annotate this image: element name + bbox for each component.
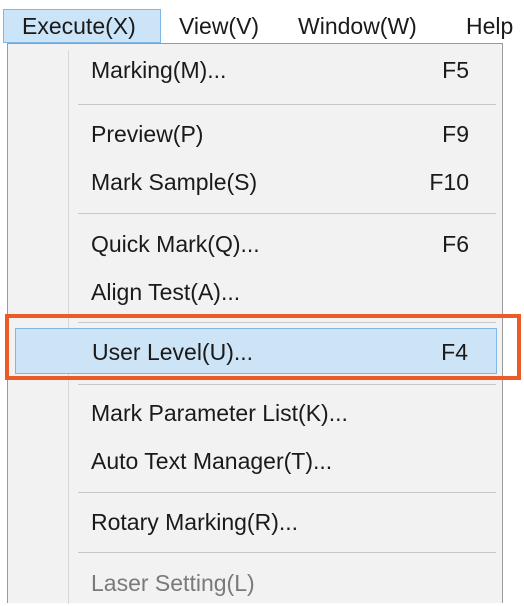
menu-item-label: Rotary Marking(R)... [91, 509, 299, 535]
menu-item-label: Mark Sample(S) [91, 169, 258, 195]
menu-item-auto-text-manager[interactable]: Auto Text Manager(T)... [15, 438, 497, 484]
menu-item-mark-parameter-list[interactable]: Mark Parameter List(K)... [15, 390, 497, 436]
menu-item-rotary-marking[interactable]: Rotary Marking(R)... [15, 499, 497, 545]
menu-item-marking[interactable]: Marking(M)... F5 [15, 47, 497, 93]
menu-window[interactable]: Window(W) [298, 9, 417, 43]
menu-item-label: Preview(P) [91, 121, 204, 147]
menu-execute[interactable]: Execute(X) [3, 9, 161, 43]
menu-separator [78, 492, 496, 493]
menu-help[interactable]: Help [466, 9, 513, 43]
menu-item-label: Marking(M)... [91, 57, 227, 83]
menu-item-label: Auto Text Manager(T)... [91, 448, 333, 474]
menu-item-mark-sample[interactable]: Mark Sample(S) F10 [15, 159, 497, 205]
menu-item-label: Quick Mark(Q)... [91, 231, 260, 257]
menu-item-shortcut: F5 [442, 57, 469, 83]
menu-item-shortcut: F9 [442, 121, 469, 147]
menu-item-laser-setting: Laser Setting(L) [15, 560, 497, 606]
menu-item-label: Align Test(A)... [91, 279, 241, 305]
menu-item-label: Laser Setting(L) [91, 570, 255, 596]
highlight-callout-box [5, 314, 521, 380]
menu-separator [78, 213, 496, 214]
menu-separator [78, 384, 496, 385]
menu-item-label: Mark Parameter List(K)... [91, 400, 348, 426]
menu-item-preview[interactable]: Preview(P) F9 [15, 111, 497, 157]
menu-item-shortcut: F6 [442, 231, 469, 257]
menu-item-align-test[interactable]: Align Test(A)... [15, 269, 497, 315]
menu-view[interactable]: View(V) [179, 9, 259, 43]
menu-separator [78, 104, 496, 105]
menu-item-shortcut: F10 [429, 169, 469, 195]
menu-item-quick-mark[interactable]: Quick Mark(Q)... F6 [15, 221, 497, 267]
menu-separator [78, 552, 496, 553]
